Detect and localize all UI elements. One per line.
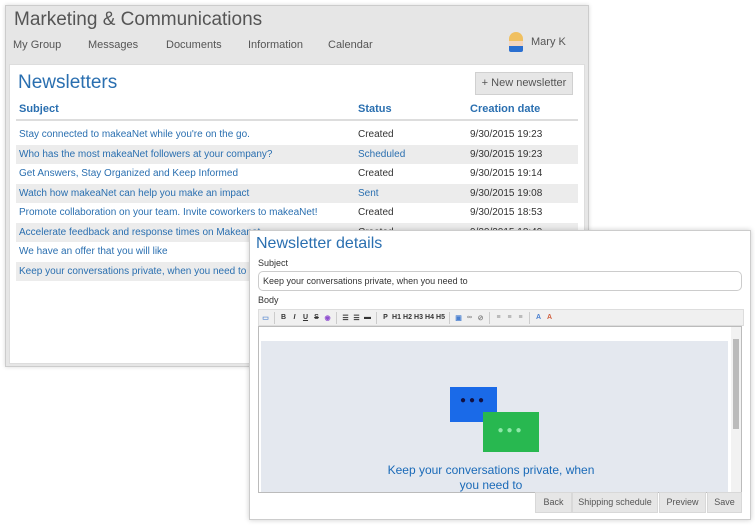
row-subject[interactable]: Promote collaboration on your team. Invi… (19, 203, 317, 222)
row-date: 9/30/2015 19:08 (470, 187, 543, 199)
chat-bubble-icon: ●●● (483, 412, 539, 452)
table-row[interactable]: Promote collaboration on your team. Invi… (16, 203, 578, 222)
row-subject[interactable]: Stay connected to makeaNet while you're … (19, 125, 250, 144)
subject-input[interactable]: Keep your conversations private, when yo… (258, 271, 742, 291)
row-subject[interactable]: Who has the most makeaNet followers at y… (19, 145, 272, 164)
image-icon[interactable]: ▣ (454, 314, 463, 322)
h3-button[interactable]: H3 (414, 314, 423, 321)
row-date: 9/30/2015 19:23 (470, 148, 543, 160)
body-caption: Keep your conversations private, when yo… (387, 463, 595, 492)
row-subject[interactable]: Keep your conversations private, when yo… (19, 262, 246, 281)
table-row[interactable]: Who has the most makeaNet followers at y… (16, 144, 578, 164)
h1-button[interactable]: H1 (392, 314, 401, 321)
row-status: Created (358, 207, 394, 218)
paragraph-button[interactable]: P (381, 314, 390, 321)
h4-button[interactable]: H4 (425, 314, 434, 321)
add-style-icon[interactable]: A (534, 314, 543, 321)
page-title: Newsletters (18, 72, 118, 93)
table-row[interactable]: Stay connected to makeaNet while you're … (16, 125, 578, 144)
row-date: 9/30/2015 19:23 (470, 129, 543, 140)
italic-button[interactable]: I (290, 314, 299, 321)
shipping-schedule-button[interactable]: Shipping schedule (572, 492, 658, 513)
bold-button[interactable]: B (279, 314, 288, 321)
newsletter-details-panel: Newsletter details Subject Keep your con… (249, 230, 751, 520)
row-subject[interactable]: Get Answers, Stay Organized and Keep Inf… (19, 164, 238, 183)
blockquote-icon[interactable]: ▬ (363, 314, 372, 321)
table-row[interactable]: Watch how makeaNet can help you make an … (16, 183, 578, 203)
body-editor[interactable]: ●●● ●●● Keep your conversations private,… (258, 326, 742, 493)
nav-information[interactable]: Information (248, 39, 303, 51)
row-date: 9/30/2015 18:53 (470, 207, 543, 218)
new-newsletter-button[interactable]: + New newsletter (475, 72, 573, 95)
row-subject[interactable]: Accelerate feedback and response times o… (19, 223, 263, 242)
preview-button[interactable]: Preview (659, 492, 706, 513)
column-subject[interactable]: Subject (19, 103, 59, 115)
source-icon[interactable]: ▭ (261, 314, 270, 322)
save-button[interactable]: Save (707, 492, 742, 513)
unordered-list-icon[interactable]: ☰ (352, 314, 361, 322)
row-subject[interactable]: Watch how makeaNet can help you make an … (19, 184, 249, 203)
row-status: Created (358, 129, 394, 140)
align-left-icon[interactable]: ≡ (494, 314, 503, 321)
align-right-icon[interactable]: ≡ (516, 314, 525, 321)
row-status: Sent (358, 187, 379, 199)
details-title: Newsletter details (256, 235, 383, 252)
row-status: Created (358, 168, 394, 179)
nav-calendar[interactable]: Calendar (328, 39, 373, 51)
divider (16, 119, 578, 121)
body-content: ●●● ●●● Keep your conversations private,… (261, 341, 728, 492)
column-status[interactable]: Status (358, 103, 392, 115)
align-center-icon[interactable]: ≡ (505, 314, 514, 321)
row-date: 9/30/2015 19:14 (470, 168, 543, 179)
nav-my-group[interactable]: My Group (13, 39, 61, 51)
h2-button[interactable]: H2 (403, 314, 412, 321)
editor-scrollbar[interactable] (731, 327, 741, 492)
column-creation-date[interactable]: Creation date (470, 103, 540, 115)
nav-documents[interactable]: Documents (166, 39, 222, 51)
table-row[interactable]: Get Answers, Stay Organized and Keep Inf… (16, 164, 578, 183)
underline-button[interactable]: U (301, 314, 310, 321)
user-menu[interactable]: Mary K (509, 32, 566, 52)
user-name: Mary K (531, 36, 566, 48)
h5-button[interactable]: H5 (436, 314, 445, 321)
remove-style-icon[interactable]: A (545, 314, 554, 321)
unlink-icon[interactable]: ⊘ (476, 314, 485, 322)
row-status: Scheduled (358, 148, 406, 160)
nav-messages[interactable]: Messages (88, 39, 138, 51)
app-title: Marketing & Communications (14, 9, 263, 30)
link-icon[interactable]: ∞ (465, 314, 474, 321)
strike-button[interactable]: S (312, 314, 321, 321)
row-subject[interactable]: We have an offer that you will like (19, 242, 168, 261)
color-icon[interactable]: ◉ (323, 314, 332, 322)
subject-label: Subject (258, 258, 289, 268)
avatar (509, 32, 523, 52)
body-label: Body (258, 295, 279, 305)
back-button[interactable]: Back (535, 492, 572, 513)
ordered-list-icon[interactable]: ☰ (341, 314, 350, 322)
editor-toolbar: ▭ B I U S ◉ ☰ ☰ ▬ P H1 H2 H3 H4 H5 ▣ ∞ ⊘… (258, 309, 744, 326)
